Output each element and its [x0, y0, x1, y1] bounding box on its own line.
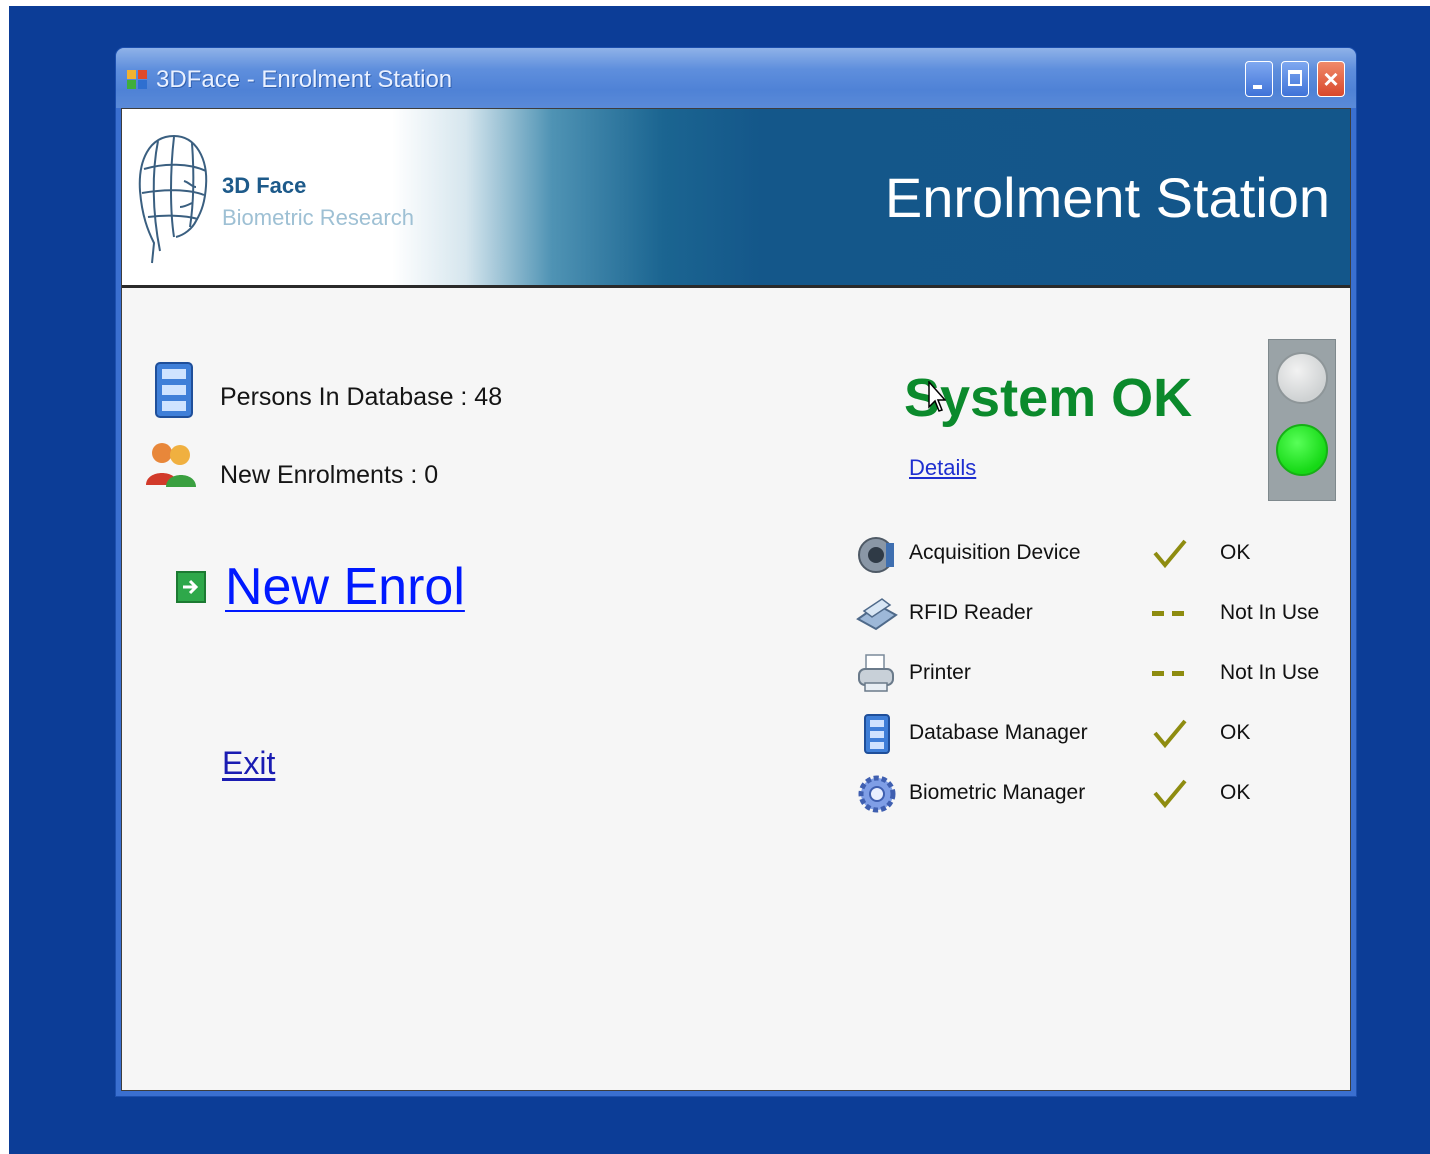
dash-icon [1152, 597, 1188, 629]
traffic-light-indicator [1268, 339, 1336, 501]
device-row-acquisition: Acquisition Device OK [856, 527, 1336, 579]
mouse-cursor-icon [928, 381, 946, 412]
new-enrolments-label: New Enrolments : 0 [220, 461, 439, 489]
window-title: 3DFace - Enrolment Station [156, 66, 453, 93]
check-icon [1153, 779, 1187, 809]
app-icon [127, 70, 147, 89]
device-label: Printer [909, 661, 971, 684]
details-link[interactable]: Details [909, 455, 976, 481]
exit-link[interactable]: Exit [222, 745, 275, 782]
minimize-button[interactable] [1245, 61, 1273, 97]
face-logo-icon [138, 135, 208, 264]
device-status: OK [1220, 781, 1251, 804]
device-label: Acquisition Device [909, 541, 1081, 564]
database-icon [864, 714, 890, 754]
device-label: Biometric Manager [909, 781, 1086, 804]
maximize-button[interactable] [1281, 61, 1309, 97]
logo-title: 3D Face [222, 173, 307, 198]
check-icon [1153, 539, 1187, 569]
device-status: Not In Use [1220, 661, 1320, 684]
device-label: RFID Reader [909, 601, 1033, 624]
database-icon [155, 362, 193, 418]
rfid-reader-icon [856, 598, 898, 631]
enrol-arrow-icon [176, 571, 206, 603]
camera-icon [858, 537, 894, 573]
close-icon: × [1323, 64, 1339, 94]
logo-subtitle: Biometric Research [222, 205, 414, 230]
dash-icon [1152, 657, 1188, 689]
title-bar[interactable]: 3DFace - Enrolment Station × [116, 48, 1356, 108]
device-status: OK [1220, 721, 1251, 744]
device-row-biometric: Biometric Manager OK [856, 767, 1336, 819]
device-row-printer: Printer Not In Use [856, 647, 1336, 699]
app-window: 3DFace - Enrolment Station × 3D Face Bio… [116, 48, 1356, 1096]
device-row-rfid: RFID Reader Not In Use [856, 587, 1336, 639]
device-label: Database Manager [909, 721, 1088, 744]
green-light-on [1276, 424, 1328, 476]
close-button[interactable]: × [1317, 61, 1345, 97]
persons-in-database-label: Persons In Database : 48 [220, 383, 503, 411]
banner-heading: Enrolment Station [884, 166, 1330, 229]
check-icon [1153, 719, 1187, 749]
red-light-off [1276, 352, 1328, 404]
system-status-text: System OK [904, 368, 1193, 428]
device-status: Not In Use [1220, 601, 1320, 624]
device-status: OK [1220, 541, 1251, 564]
new-enrol-link[interactable]: New Enrol [225, 557, 465, 617]
printer-icon [858, 654, 894, 692]
gear-icon [858, 775, 896, 813]
client-area: 3D Face Biometric Research Enrolment Sta… [121, 108, 1351, 1091]
device-row-database: Database Manager OK [856, 707, 1336, 759]
header-banner: 3D Face Biometric Research Enrolment Sta… [122, 109, 1350, 288]
users-icon [146, 443, 196, 487]
